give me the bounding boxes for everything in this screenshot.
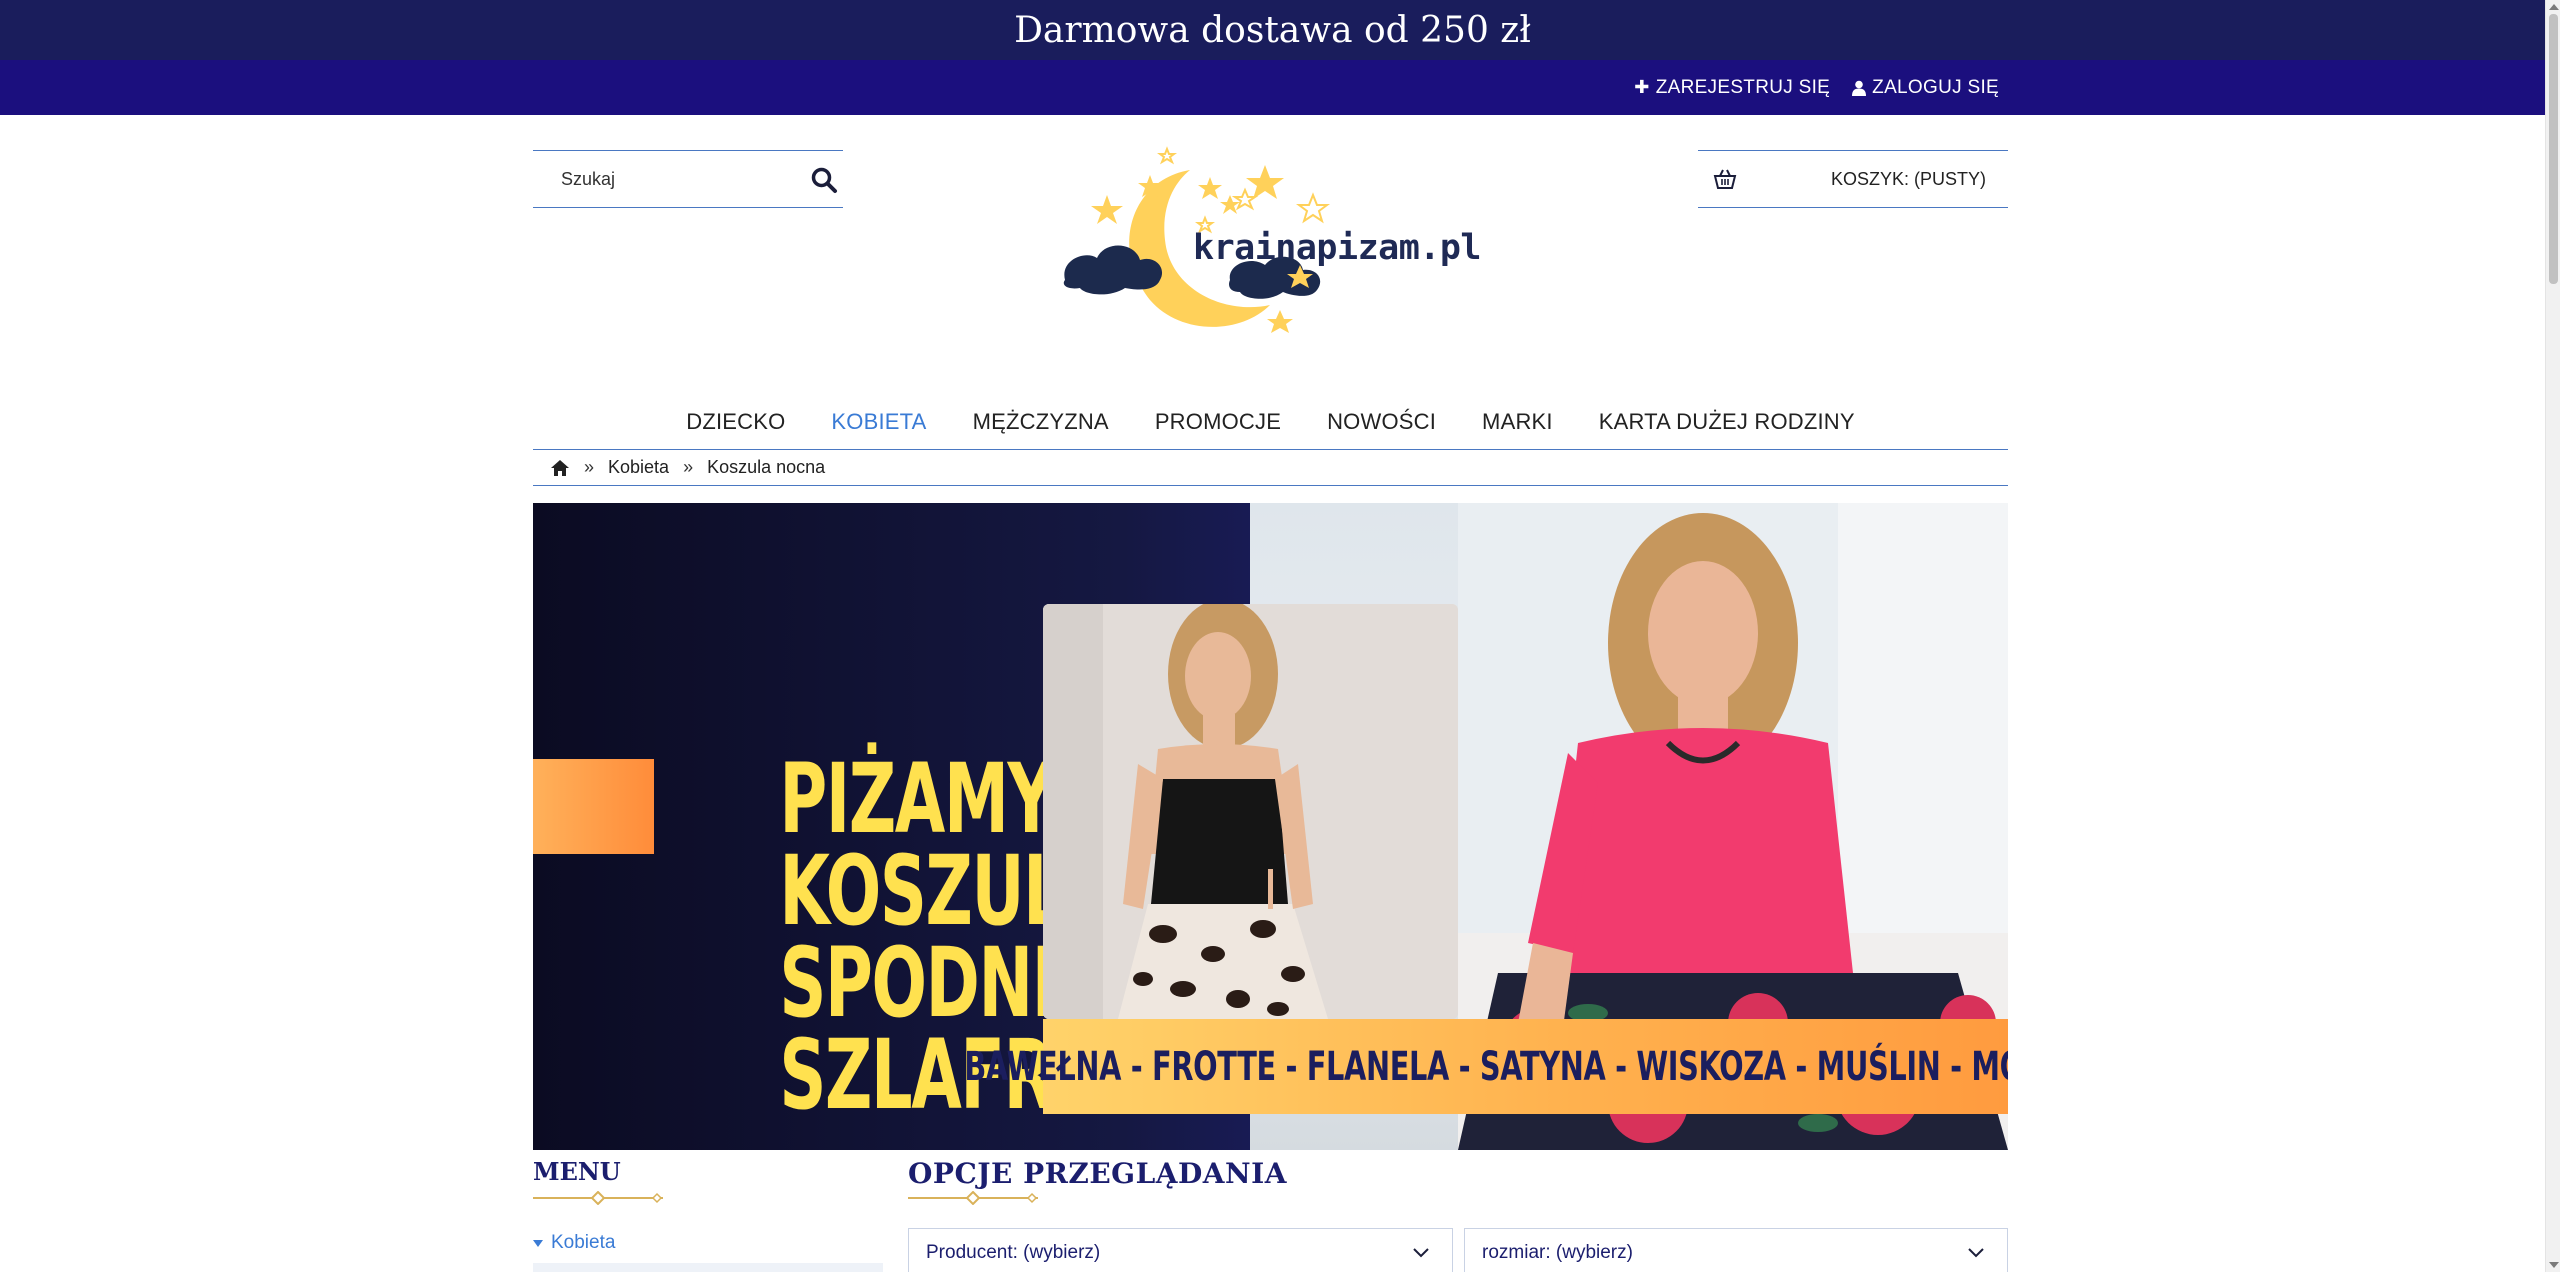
nav-item-kobieta[interactable]: KOBIETA [808,409,949,435]
hero-headline-line: KOSZULE [779,835,1108,947]
scrollbar[interactable] [2545,0,2560,1272]
heading-ornament-icon [533,1191,663,1205]
scroll-thumb[interactable] [2549,14,2558,284]
chevron-down-icon [1413,1248,1429,1258]
scroll-up-arrow-icon[interactable] [2549,4,2559,10]
register-link[interactable]: ✚ ZAREJESTRUJ SIĘ [1634,77,1830,99]
breadcrumb: » Kobieta » Koszula nocna [533,450,2008,486]
plus-icon: ✚ [1634,77,1650,97]
size-select[interactable]: rozmiar: (wybierz) [1464,1228,2008,1272]
nav-item-karta-duzej-rodziny[interactable]: KARTA DUŻEJ RODZINY [1576,409,1878,435]
heading-ornament-icon [908,1191,1038,1205]
basket-icon [1713,169,1737,189]
login-label: ZALOGUJ SIĘ [1872,76,1999,98]
sidebar-item-label: Kobieta [551,1232,616,1253]
hero-accent-block [533,759,654,854]
options-heading: OPCJE PRZEGLĄDANIA [908,1157,1287,1190]
scroll-down-arrow-icon[interactable] [2549,1262,2559,1268]
breadcrumb-item-koszula-nocna: Koszula nocna [707,457,826,477]
main-nav: DZIECKO KOBIETA MĘŻCZYZNA PROMOCJE NOWOŚ… [533,395,2008,450]
account-links: ✚ ZAREJESTRUJ SIĘ ZALOGUJ SIĘ [1634,60,1999,115]
search-input[interactable] [533,168,793,190]
nav-item-marki[interactable]: MARKI [1459,409,1576,435]
hero-photo-nightgown [1043,604,1458,1019]
breadcrumb-separator: » [683,457,694,477]
nav-item-dziecko[interactable]: DZIECKO [663,409,808,435]
hero-banner[interactable]: PIŻAMY KOSZULE SPODNIE SZLAFROKI BAWEŁNA… [533,503,2008,1150]
size-select-value: rozmiar: (wybierz) [1482,1242,1633,1263]
cart-button[interactable]: KOSZYK: (PUSTY) [1698,150,2008,208]
producer-select[interactable]: Producent: (wybierz) [908,1228,1453,1272]
register-label: ZAREJESTRUJ SIĘ [1655,76,1831,98]
breadcrumb-separator: » [584,457,595,477]
search-box [533,150,843,208]
hero-headline-line: SPODNIE [779,927,1099,1039]
caret-down-icon [533,1239,543,1247]
sidebar-menu-heading: MENU [533,1157,621,1186]
nav-item-mezczyzna[interactable]: MĘŻCZYZNA [950,409,1132,435]
hero-fabric-strip: BAWEŁNA - FROTTE - FLANELA - SATYNA - WI… [964,1019,2008,1114]
chevron-down-icon [1968,1248,1984,1258]
producer-select-value: Producent: (wybierz) [926,1242,1101,1263]
promo-text: Darmowa dostawa od 250 zł [1014,9,1531,51]
nav-item-nowosci[interactable]: NOWOŚCI [1304,409,1459,435]
home-icon[interactable] [550,459,570,477]
site-logo[interactable]: krainapizam.pl [1055,140,1482,350]
cart-label: KOSZYK: (PUSTY) [1830,169,1986,189]
account-bar: ✚ ZAREJESTRUJ SIĘ ZALOGUJ SIĘ [0,60,2545,115]
search-icon[interactable] [809,165,839,195]
hero-headline-line: PIŻAMY [779,743,1054,855]
sidebar-item-divider [533,1263,883,1272]
sidebar-item-kobieta[interactable]: Kobieta [533,1232,615,1254]
logo-text: krainapizam.pl [1193,228,1482,268]
nav-item-promocje[interactable]: PROMOCJE [1132,409,1304,435]
promo-bar: Darmowa dostawa od 250 zł [0,0,2545,60]
user-icon [1852,80,1867,96]
login-link[interactable]: ZALOGUJ SIĘ [1852,77,1999,99]
breadcrumb-item-kobieta[interactable]: Kobieta [608,457,669,478]
hero-fabric-text: BAWEŁNA - FROTTE - FLANELA - SATYNA - WI… [964,1043,2008,1090]
